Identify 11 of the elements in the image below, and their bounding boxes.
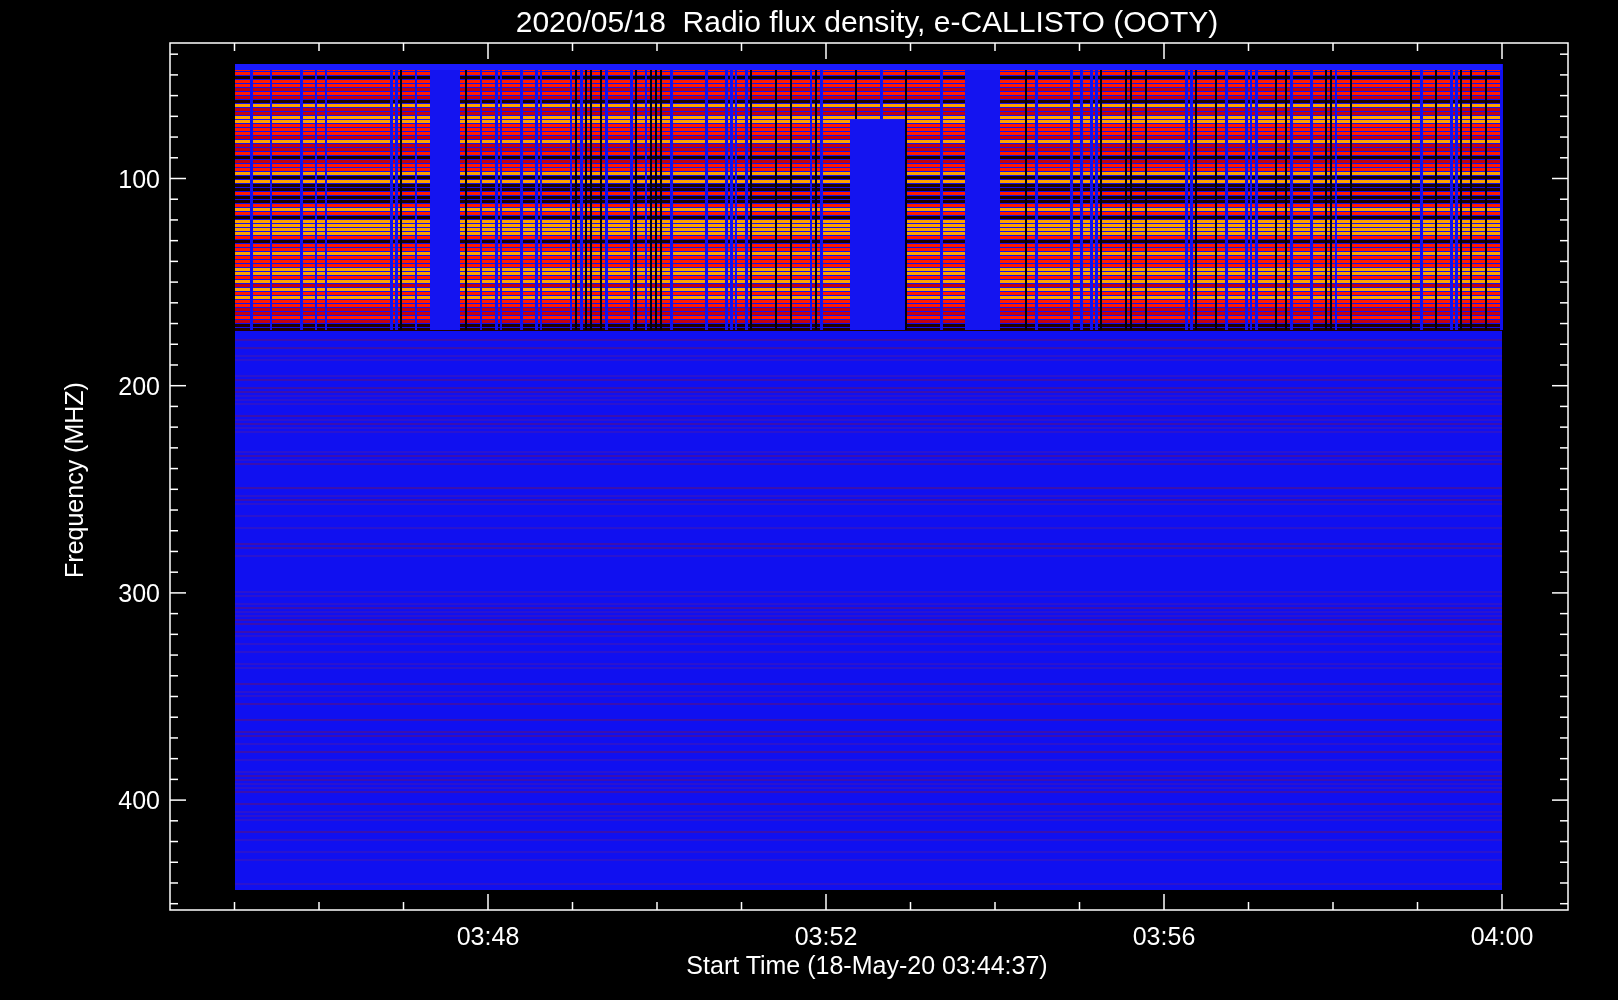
tick-label: 100	[118, 164, 160, 193]
tick-label: 200	[118, 371, 160, 400]
tick-label: 04:00	[1470, 922, 1534, 950]
tick-label: 400	[118, 786, 160, 815]
plot-title: 2020/05/18 Radio flux density, e-CALLISTO (OOTY)	[515, 5, 1219, 38]
tick-label: 300	[118, 578, 160, 607]
axis-label: Frequency (MHZ)	[60, 382, 88, 578]
tick-label: 03:56	[1132, 922, 1196, 950]
tick-label: 03:52	[794, 922, 858, 950]
tick-label: 03:48	[456, 922, 520, 950]
axis-label: Start Time (18-May-20 03:44:37)	[686, 951, 1048, 979]
